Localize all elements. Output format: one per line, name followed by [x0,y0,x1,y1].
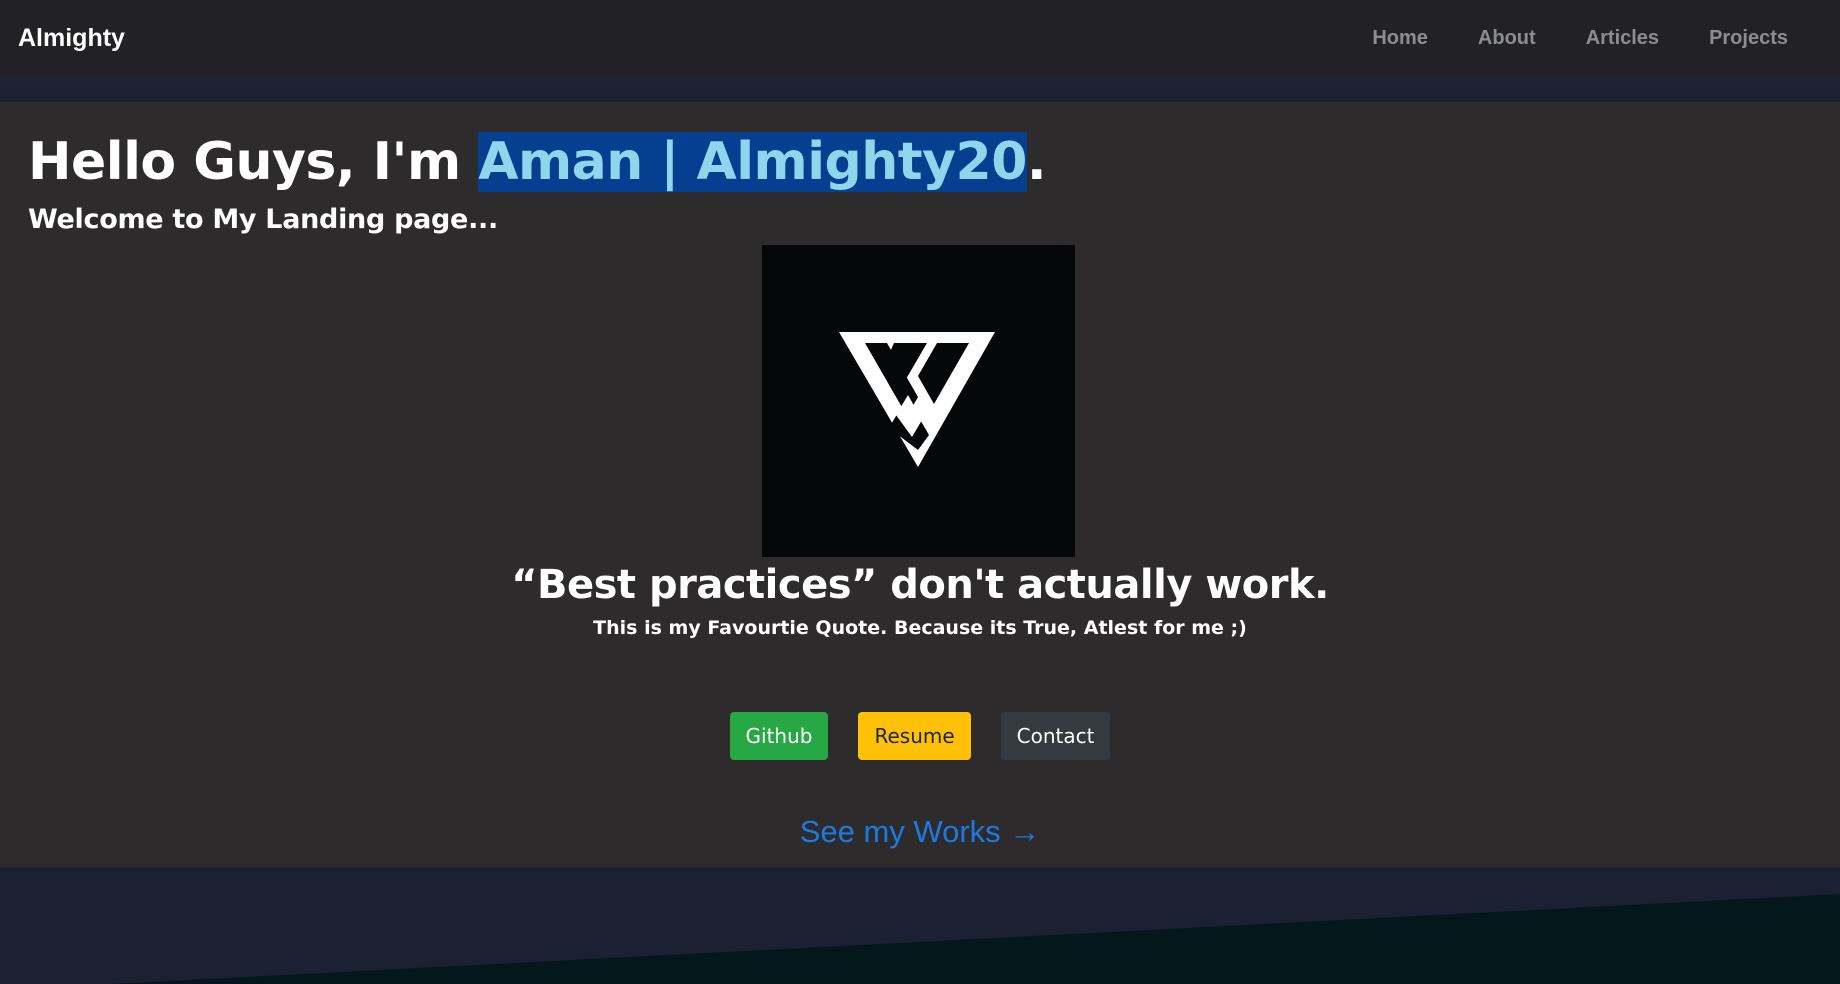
github-button[interactable]: Github [729,712,829,760]
see-my-works-link[interactable]: See my Works → [0,814,1840,850]
nav-link-about[interactable]: About [1478,27,1536,50]
quote-note: This is my Favourtie Quote. Because its … [593,617,1247,639]
top-navbar: Almighty Home About Articles Projects [0,0,1840,88]
nav-link-articles[interactable]: Articles [1586,27,1659,50]
heading-highlight-name: Aman | Almighty20 [478,132,1027,192]
favorite-quote: “Best practices” don't actually work. [511,562,1329,608]
brand-logo-text[interactable]: Almighty [18,24,125,53]
hero-heading: Hello Guys, I'm Aman | Almighty20. [28,132,1047,192]
contact-button[interactable]: Contact [1000,712,1111,760]
v-triangle-logo-icon [839,332,995,467]
action-buttons: Github Resume Contact [0,712,1840,760]
hero-subheading: Welcome to My Landing page... [28,204,498,235]
nav-link-home[interactable]: Home [1372,27,1428,50]
nav-link-projects[interactable]: Projects [1709,27,1788,50]
hero-section: Hello Guys, I'm Aman | Almighty20. Welco… [0,102,1840,867]
arrow-right-icon: → [1009,814,1041,849]
profile-logo-image [762,245,1075,557]
heading-prefix: Hello Guys, I'm [28,132,479,192]
nav-links: Home About Articles Projects [1372,27,1788,50]
see-works-label: See my Works [799,814,1001,849]
heading-suffix: . [1026,132,1047,192]
resume-button[interactable]: Resume [858,712,971,760]
footer-wave-decoration [0,867,1840,984]
